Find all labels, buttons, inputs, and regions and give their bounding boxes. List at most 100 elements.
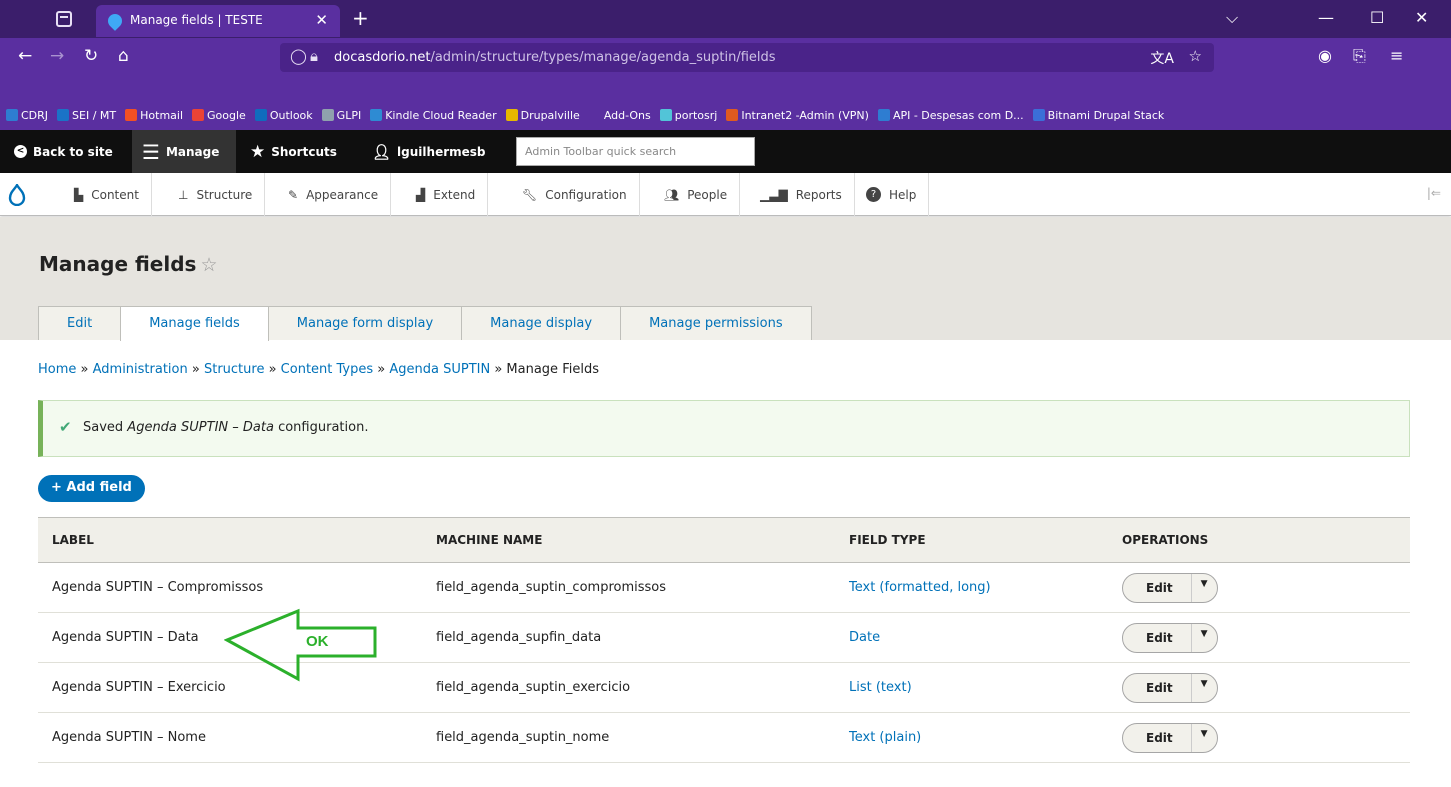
back-to-site-link[interactable]: < Back to site — [4, 130, 123, 173]
bar-chart-icon: ▁▃▇ — [760, 187, 788, 202]
field-operations: Edit ▼ — [1108, 562, 1410, 613]
bookmark-item[interactable]: Add-Ons — [588, 105, 651, 125]
bookmark-item[interactable]: Drupalville — [505, 105, 580, 125]
tab-list-chevron-icon[interactable]: ⌵ — [1226, 8, 1238, 28]
user-tab[interactable]: 👤︎ lguilhermesb — [362, 130, 496, 173]
breadcrumb-structure[interactable]: Structure — [204, 362, 264, 377]
window-close-icon[interactable]: ✕ — [1415, 8, 1428, 27]
manage-tab[interactable]: ☰ Manage — [132, 130, 236, 173]
close-tab-icon[interactable]: ✕ — [315, 11, 328, 29]
menu-configuration[interactable]: 🔧︎ Configuration — [510, 173, 640, 216]
star-icon: ★ — [250, 141, 266, 162]
bookmark-item[interactable]: CDRJ — [6, 105, 48, 125]
tab-manage-fields[interactable]: Manage fields — [120, 306, 269, 341]
bookmark-label: CDRJ — [21, 108, 49, 122]
bookmark-item[interactable]: Intranet2 -Admin (VPN) — [726, 105, 869, 125]
menu-appearance[interactable]: ✎ Appearance — [276, 173, 392, 216]
admin-toolbar-search-input[interactable]: Admin Toolbar quick search — [516, 137, 755, 166]
bookmark-item[interactable]: Outlook — [254, 105, 313, 125]
back-to-site-label: Back to site — [33, 144, 113, 159]
address-bar[interactable]: ◯ 🔒︎ docasdorio.net/admin/structure/type… — [280, 43, 1214, 72]
bookmarks-bar: CDRJ SEI / MT Hotmail Google Outlook GLPI Kind… — [0, 77, 1451, 130]
tab-manage-permissions[interactable]: Manage permissions — [620, 306, 812, 340]
bookmark-favicon-icon — [505, 109, 518, 121]
tab-overview-icon[interactable] — [56, 11, 72, 27]
account-icon[interactable]: ◉ — [1318, 46, 1332, 65]
drupal-logo-icon[interactable] — [8, 184, 26, 206]
menu-people[interactable]: 👥︎ People — [652, 173, 741, 216]
field-type-link[interactable]: Text (formatted, long) — [835, 562, 1108, 613]
breadcrumb-agenda-suptin[interactable]: Agenda SUPTIN — [389, 362, 490, 377]
bookmark-label: SEI / MT — [72, 108, 117, 122]
breadcrumb: Home » Administration » Structure » Cont… — [38, 362, 599, 377]
breadcrumb-administration[interactable]: Administration — [93, 362, 188, 377]
menu-reports[interactable]: ▁▃▇ Reports — [748, 173, 855, 216]
primary-tabs: Edit Manage fields Manage form display M… — [38, 306, 812, 341]
field-machine-name: field_agenda_supfin_data — [422, 612, 835, 663]
browser-tab-title: Manage fields | TESTE — [130, 13, 263, 27]
field-type-link[interactable]: Date — [835, 612, 1108, 663]
menu-structure[interactable]: ⊥ Structure — [166, 173, 266, 216]
field-type-link[interactable]: List (text) — [835, 662, 1108, 713]
tab-manage-form-display[interactable]: Manage form display — [267, 306, 463, 340]
bookmark-item[interactable]: portosrj — [659, 105, 717, 125]
add-field-button[interactable]: + Add field — [38, 475, 145, 502]
url-text[interactable]: docasdorio.net/admin/structure/types/man… — [334, 50, 776, 65]
collapse-tray-icon[interactable]: |⇐ — [1427, 186, 1441, 200]
tracking-shield-icon[interactable]: ◯ — [290, 47, 307, 65]
wrench-icon: 🔧︎ — [522, 187, 538, 202]
menu-icon[interactable]: ≡ — [1390, 46, 1403, 65]
header-label: Label — [38, 517, 422, 563]
menu-content[interactable]: ▙ Content — [62, 173, 152, 216]
bookmark-favicon-icon — [726, 109, 739, 121]
page-title: Manage fields ☆ — [39, 252, 218, 276]
drupal-favicon-icon — [105, 11, 125, 31]
extensions-icon[interactable]: ⎘ — [1353, 46, 1366, 66]
menu-help[interactable]: ? Help — [854, 173, 930, 216]
new-tab-icon[interactable]: + — [352, 6, 369, 30]
bookmark-item[interactable]: Bitnami Drupal Stack — [1032, 105, 1164, 125]
translate-icon[interactable]: 文A — [1150, 48, 1174, 68]
lock-icon[interactable]: 🔒︎ — [310, 47, 318, 65]
edit-button[interactable]: Edit — [1123, 723, 1192, 752]
back-arrow-icon[interactable]: ← — [18, 46, 32, 66]
edit-button[interactable]: Edit — [1123, 673, 1192, 702]
bookmark-label: Kindle Cloud Reader — [385, 108, 497, 122]
breadcrumb-home[interactable]: Home — [38, 362, 76, 377]
minimize-icon[interactable]: — — [1318, 8, 1334, 27]
bookmark-item[interactable]: GLPI — [321, 105, 361, 125]
dropdown-arrow-icon[interactable]: ▼ — [1192, 674, 1217, 702]
dropdown-arrow-icon[interactable]: ▼ — [1192, 574, 1217, 602]
home-icon[interactable]: ⌂ — [118, 46, 129, 66]
tab-edit[interactable]: Edit — [38, 306, 122, 340]
shortcuts-tab[interactable]: ★ Shortcuts — [240, 130, 347, 173]
bookmark-item[interactable]: Google — [192, 105, 246, 125]
maximize-icon[interactable]: ☐ — [1370, 8, 1384, 27]
bookmark-label: API - Despesas com D... — [892, 108, 1024, 122]
dropdown-arrow-icon[interactable]: ▼ — [1192, 624, 1217, 652]
menu-reports-label: Reports — [795, 187, 842, 202]
field-type-link[interactable]: Text (plain) — [835, 712, 1108, 763]
header-field-type: Field type — [835, 517, 1108, 563]
reload-icon[interactable]: ↻ — [84, 46, 98, 66]
edit-button[interactable]: Edit — [1123, 573, 1192, 602]
breadcrumb-content-types[interactable]: Content Types — [281, 362, 373, 377]
forward-arrow-icon[interactable]: → — [50, 46, 64, 66]
back-circle-icon: < — [14, 145, 27, 158]
browser-tab[interactable]: Manage fields | TESTE ✕ — [96, 5, 340, 37]
help-icon: ? — [866, 187, 881, 202]
dropdown-arrow-icon[interactable]: ▼ — [1192, 724, 1217, 752]
favorite-star-icon[interactable]: ☆ — [200, 254, 217, 276]
menu-extend[interactable]: ▟ Extend — [404, 173, 489, 216]
shortcuts-label: Shortcuts — [271, 144, 337, 159]
bookmark-favicon-icon — [57, 109, 70, 121]
edit-button[interactable]: Edit — [1123, 623, 1192, 652]
tab-manage-display[interactable]: Manage display — [461, 306, 622, 340]
bookmark-item[interactable]: API - Despesas com D... — [877, 105, 1024, 125]
bookmark-star-icon[interactable]: ☆ — [1189, 47, 1202, 65]
bookmark-item[interactable]: Kindle Cloud Reader — [370, 105, 497, 125]
bookmark-item[interactable]: SEI / MT — [57, 105, 116, 125]
operations-dropbutton: Edit ▼ — [1122, 622, 1218, 653]
bookmark-item[interactable]: Hotmail — [125, 105, 183, 125]
ok-annotation-text: OK — [306, 633, 329, 650]
